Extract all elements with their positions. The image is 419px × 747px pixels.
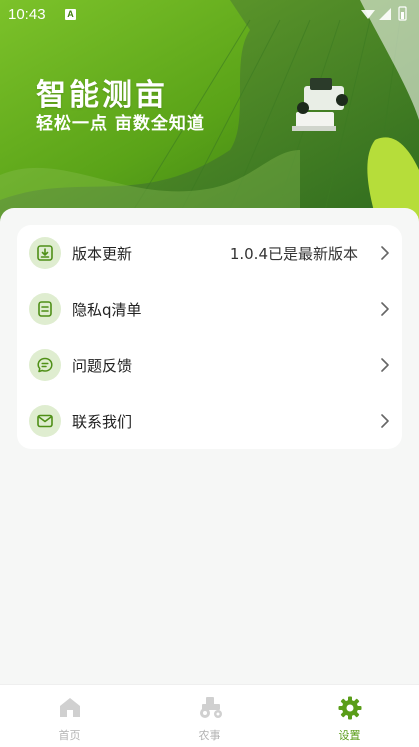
download-icon [29,237,61,269]
document-icon [29,293,61,325]
status-icons [357,6,413,26]
status-bar: 10:43 A [0,0,419,30]
tab-farming[interactable]: 农事 [140,685,279,747]
tab-label: 首页 [58,729,81,742]
version-status-text: 1.0.4已是最新版本 [229,245,358,263]
chevron-right-icon [381,358,389,372]
settings-panel: 版本更新 1.0.4已是最新版本 隐私q清单 问题反馈 联系我们 [0,208,419,684]
tab-settings[interactable]: 设置 [280,685,419,747]
tractor-icon [200,697,222,718]
status-time: 10:43 [8,6,46,23]
tab-label: 农事 [198,729,221,742]
tab-label: 设置 [338,729,361,742]
menu-item-contact-us[interactable]: 联系我们 [17,393,402,449]
banner-title: 智能测亩 [36,78,168,113]
banner-subtitle: 轻松一点 亩数全知道 [36,114,205,134]
header-banner: 10:43 A 智能测亩 轻松一点 亩数全知道 [0,0,419,232]
menu-item-label: 问题反馈 [72,357,133,375]
menu-item-label: 版本更新 [72,245,133,263]
tab-home[interactable]: 首页 [0,685,139,747]
menu-item-privacy-list[interactable]: 隐私q清单 [17,281,402,337]
mail-icon [29,405,61,437]
wifi-icon [361,10,375,19]
menu-item-feedback[interactable]: 问题反馈 [17,337,402,393]
home-icon [60,698,80,717]
menu-item-label: 联系我们 [72,413,133,431]
settings-menu-card: 版本更新 1.0.4已是最新版本 隐私q清单 问题反馈 联系我们 [17,225,402,449]
chevron-right-icon [381,302,389,316]
chevron-right-icon [381,246,389,260]
chevron-right-icon [381,414,389,428]
menu-item-label: 隐私q清单 [72,301,142,319]
bottom-tab-bar: 首页 农事 设置 [0,684,419,747]
signal-icon [379,8,391,20]
chat-icon [29,349,61,381]
gear-icon [338,696,362,720]
notification-badge: A [65,9,76,20]
menu-item-version-update[interactable]: 版本更新 1.0.4已是最新版本 [17,225,402,281]
